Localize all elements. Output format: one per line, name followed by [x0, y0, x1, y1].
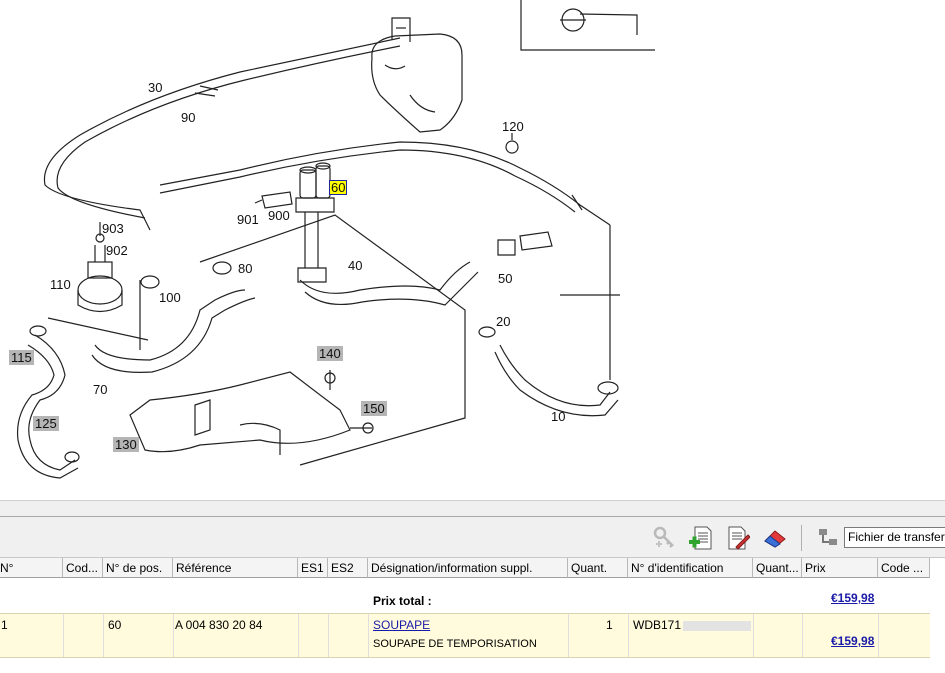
pane-splitter[interactable]	[0, 500, 945, 517]
transfer-file-field[interactable]: Fichier de transfert l	[844, 527, 945, 548]
row-quantity: 1	[606, 618, 613, 632]
callout-115[interactable]: 115	[9, 350, 34, 365]
parts-table: N° Cod... N° de pos. Référence ES1 ES2 D…	[0, 558, 945, 673]
callout-50[interactable]: 50	[498, 271, 512, 286]
row-number: 1	[1, 618, 8, 632]
col-header-identification[interactable]: N° d'identification	[628, 558, 753, 578]
callout-20[interactable]: 20	[496, 314, 510, 329]
callout-110[interactable]: 110	[50, 277, 71, 292]
toolbar: Fichier de transfert l	[0, 517, 945, 558]
eraser-icon[interactable]	[762, 525, 788, 551]
total-row: Prix total : €159,98	[0, 578, 930, 613]
callout-90[interactable]: 90	[181, 110, 195, 125]
callout-140[interactable]: 140	[317, 346, 343, 361]
col-header-quantity-2[interactable]: Quant...	[753, 558, 802, 578]
diagram-drawing	[16, 0, 655, 479]
callout-30[interactable]: 30	[148, 80, 162, 95]
total-price[interactable]: €159,98	[831, 591, 874, 605]
redacted-vin-block	[683, 620, 752, 631]
row-price[interactable]: €159,98	[831, 634, 874, 648]
callout-901[interactable]: 901	[237, 212, 259, 227]
parts-diagram[interactable]: 30 90 120 60 901 900 903 902 110 80 100 …	[0, 0, 945, 500]
total-label: Prix total :	[373, 594, 432, 608]
key-add-icon[interactable]	[652, 525, 678, 551]
document-add-icon[interactable]	[688, 525, 714, 551]
callout-903[interactable]: 903	[102, 221, 124, 236]
col-header-number[interactable]: N°	[0, 558, 63, 578]
col-header-position[interactable]: N° de pos.	[103, 558, 173, 578]
callout-900[interactable]: 900	[268, 208, 290, 223]
col-header-reference[interactable]: Référence	[173, 558, 298, 578]
row-reference: A 004 830 20 84	[175, 618, 263, 632]
callout-150[interactable]: 150	[361, 401, 387, 416]
callout-70[interactable]: 70	[93, 382, 107, 397]
col-header-price[interactable]: Prix	[802, 558, 878, 578]
row-vin-text: WDB171	[633, 618, 682, 632]
table-row[interactable]: 1 60 A 004 830 20 84 SOUPAPE SOUPAPE DE …	[0, 613, 930, 658]
header-filler	[930, 558, 945, 578]
col-header-code-2[interactable]: Code ...	[878, 558, 930, 578]
col-header-code[interactable]: Cod...	[63, 558, 103, 578]
callout-100[interactable]: 100	[159, 290, 181, 305]
row-position: 60	[108, 618, 122, 632]
row-designation-link[interactable]: SOUPAPE	[373, 618, 430, 632]
row-vin: WDB171	[633, 618, 752, 632]
transfer-icon[interactable]	[815, 525, 841, 551]
document-edit-icon[interactable]	[724, 525, 751, 551]
col-header-es2[interactable]: ES2	[328, 558, 368, 578]
callout-125[interactable]: 125	[33, 416, 59, 431]
callout-130[interactable]: 130	[113, 437, 139, 452]
row-designation-suppl: SOUPAPE DE TEMPORISATION	[373, 638, 537, 650]
callout-10[interactable]: 10	[551, 409, 565, 424]
col-header-designation[interactable]: Désignation/information suppl.	[368, 558, 568, 578]
table-empty-area	[0, 658, 930, 673]
callout-80[interactable]: 80	[238, 261, 252, 276]
col-header-quantity[interactable]: Quant.	[568, 558, 628, 578]
col-header-es1[interactable]: ES1	[298, 558, 328, 578]
callout-120[interactable]: 120	[502, 119, 524, 134]
callout-40[interactable]: 40	[348, 258, 362, 273]
callout-60[interactable]: 60	[329, 180, 348, 195]
callout-902[interactable]: 902	[106, 243, 128, 258]
toolbar-separator	[801, 525, 802, 551]
